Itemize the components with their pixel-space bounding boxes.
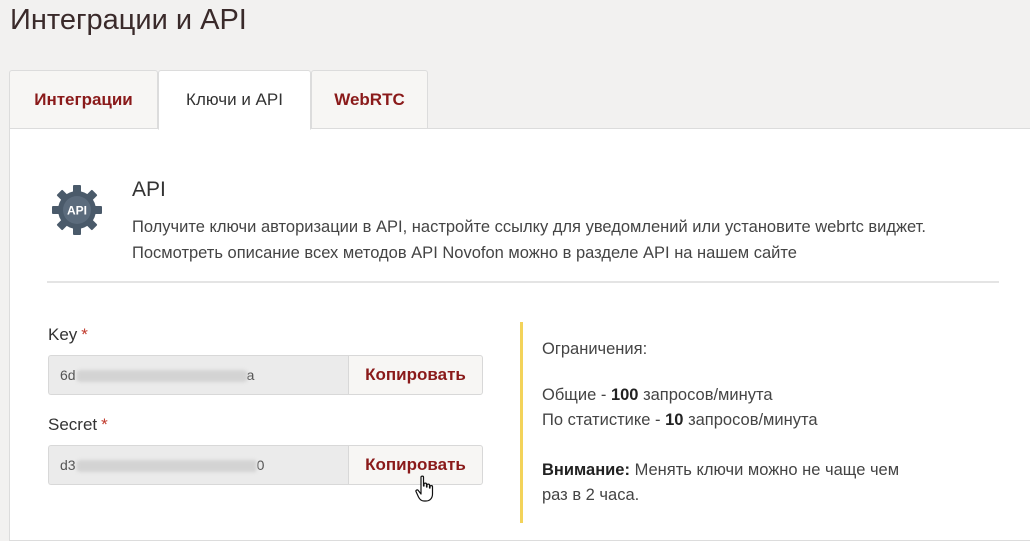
limits-general-value: 100: [610, 386, 639, 404]
api-gear-icon: API: [52, 185, 102, 235]
hand-cursor-icon: [415, 475, 434, 502]
api-icon-text: API: [67, 204, 87, 218]
required-mark: *: [101, 415, 108, 434]
limits-statistics: По статистике - 10 запросов/минута: [542, 411, 818, 429]
secret-value-start: d3: [60, 457, 76, 473]
limits-warning-line2: раз в 2 часа.: [542, 486, 640, 504]
required-mark: *: [81, 325, 88, 344]
limits-heading: Ограничения:: [542, 340, 648, 358]
key-value-start: 6d: [60, 367, 76, 383]
key-label: Key *: [48, 325, 88, 344]
secret-field[interactable]: d3 0: [48, 445, 349, 485]
copy-key-button[interactable]: Копировать: [348, 355, 483, 395]
tab-integrations[interactable]: Интеграции: [9, 70, 158, 129]
limits-accent-bar: [520, 322, 523, 523]
secret-label: Secret *: [48, 415, 108, 434]
secret-value-end: 0: [256, 457, 265, 473]
secret-masked-value: [76, 460, 257, 473]
limits-warning: Внимание: Менять ключи можно не чаще чем: [542, 461, 900, 479]
api-description-line: Посмотреть описание всех методов API Nov…: [132, 244, 797, 262]
limits-stats-value: 10: [665, 411, 684, 429]
tab-webrtc[interactable]: WebRTC: [311, 70, 428, 129]
api-description: Получите ключи авторизации в API, настро…: [132, 214, 1012, 266]
limits-general: Общие - 100 запросов/минута: [542, 386, 773, 404]
key-value-end: a: [246, 367, 255, 383]
api-description-line: Получите ключи авторизации в API, настро…: [132, 218, 926, 236]
divider: [47, 281, 999, 283]
key-masked-value: [76, 370, 247, 383]
tab-keys-and-api[interactable]: Ключи и API: [158, 70, 311, 130]
warning-label: Внимание:: [542, 461, 630, 479]
api-section-title: API: [132, 178, 166, 201]
page-title: Интеграции и API: [10, 4, 247, 36]
key-field[interactable]: 6d a: [48, 355, 349, 395]
